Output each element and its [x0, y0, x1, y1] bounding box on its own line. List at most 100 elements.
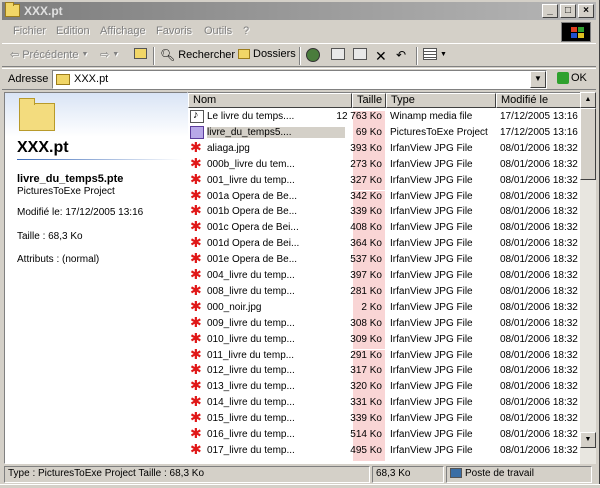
file-size: 514 Ko: [350, 429, 382, 440]
views-icon: [423, 48, 437, 60]
menu-file[interactable]: Fichier: [13, 25, 46, 37]
file-row[interactable]: 001a Opera de Be...342 KoIrfanView JPG F…: [188, 189, 580, 207]
column-header-modified[interactable]: Modifié le: [496, 93, 580, 108]
menu-view[interactable]: Affichage: [100, 25, 146, 37]
title-bar[interactable]: XXX.pt _ □ ×: [2, 2, 596, 20]
file-modified: 08/01/2006 18:32: [500, 365, 578, 377]
file-size: 273 Ko: [350, 158, 382, 170]
irfanview-icon: [190, 412, 204, 425]
file-row[interactable]: Le livre du temps....12 763 KoWinamp med…: [188, 109, 580, 127]
file-row[interactable]: 016_livre du temp...514 KoIrfanView JPG …: [188, 427, 580, 445]
delete-button[interactable]: ✕: [375, 48, 387, 65]
chevron-down-icon: ▼: [112, 51, 120, 58]
selected-file-attributes: Attributs : (normal): [17, 254, 100, 265]
irfanview-icon: [190, 205, 204, 218]
irfanview-icon: [190, 253, 204, 266]
move-to-button[interactable]: [331, 48, 345, 60]
file-size: 12 763 Ko: [336, 111, 382, 122]
address-dropdown-button[interactable]: ▼: [530, 71, 546, 88]
column-header-type[interactable]: Type: [386, 93, 496, 108]
folders-button[interactable]: Dossiers: [238, 48, 296, 60]
file-type: IrfanView JPG File: [390, 317, 473, 329]
file-type: IrfanView JPG File: [390, 142, 473, 154]
file-row[interactable]: 012_livre du temp...317 KoIrfanView JPG …: [188, 363, 580, 382]
irfanview-icon: [190, 444, 204, 457]
scroll-down-button[interactable]: ▼: [580, 432, 596, 448]
pte-icon: [190, 125, 204, 139]
address-bar: Adresse XXX.pt ▼ OK: [2, 68, 596, 90]
scroll-up-button[interactable]: ▲: [580, 92, 596, 108]
file-type: IrfanView JPG File: [390, 349, 473, 361]
menu-help[interactable]: ?: [243, 25, 249, 37]
file-type: IrfanView JPG File: [390, 381, 473, 393]
column-header-name[interactable]: Nom: [188, 93, 352, 108]
file-size: 393 Ko: [350, 142, 382, 154]
toolbar-separator: [153, 47, 155, 65]
status-size: 68,3 Ko: [372, 466, 444, 483]
column-header: Nom Taille Type Modifié le: [188, 93, 580, 108]
file-size: 408 Ko: [350, 222, 382, 234]
back-button[interactable]: ⇦ Précédente ▼: [10, 48, 88, 62]
status-zone: Poste de travail: [446, 466, 592, 483]
menu-edit[interactable]: Edition: [56, 25, 90, 37]
forward-button[interactable]: ⇨ ▼: [100, 48, 119, 61]
file-row[interactable]: 013_livre du temp...320 KoIrfanView JPG …: [188, 379, 580, 398]
menu-favorites[interactable]: Favoris: [156, 25, 192, 37]
file-row[interactable]: 015_livre du temp...339 KoIrfanView JPG …: [188, 411, 580, 429]
file-type: IrfanView JPG File: [390, 174, 473, 186]
file-row[interactable]: 000_noir.jpg2 KoIrfanView JPG File08/01/…: [188, 300, 580, 318]
status-bar: Type : PicturesToExe Project Taille : 68…: [2, 465, 596, 484]
search-button[interactable]: 🔍︎ Rechercher: [160, 48, 235, 62]
toolbar: ⇦ Précédente ▼ ⇨ ▼ 🔍︎ Rechercher Dossier…: [2, 43, 596, 67]
details-pane: XXX.pt livre_du_temps5.pte PicturesToExe…: [4, 92, 189, 464]
file-type: IrfanView JPG File: [390, 397, 473, 409]
minimize-button[interactable]: _: [542, 4, 558, 18]
file-row[interactable]: 009_livre du temp...308 KoIrfanView JPG …: [188, 316, 580, 334]
irfanview-icon: [190, 364, 204, 377]
file-row[interactable]: 001_livre du temp...327 KoIrfanView JPG …: [188, 173, 580, 191]
file-list[interactable]: Nom Taille Type Modifié le Le livre du t…: [188, 92, 580, 464]
file-row[interactable]: 001b Opera de Be...339 KoIrfanView JPG F…: [188, 204, 580, 223]
file-modified: 08/01/2006 18:32: [500, 397, 578, 409]
file-row[interactable]: livre_du_temps5.... 69 Ko PicturesToExe Pr…: [188, 125, 580, 143]
file-type: IrfanView JPG File: [390, 413, 473, 425]
copy-to-icon: [353, 48, 367, 60]
file-row[interactable]: 001d Opera de Bei...364 KoIrfanView JPG …: [188, 236, 580, 255]
file-row[interactable]: 001e Opera de Be...537 KoIrfanView JPG F…: [188, 252, 580, 270]
file-type: IrfanView JPG File: [390, 270, 473, 281]
file-row[interactable]: 010_livre du temp...309 KoIrfanView JPG …: [188, 332, 580, 350]
file-size: 339 Ko: [350, 206, 382, 218]
irfanview-icon: [190, 237, 204, 250]
file-row[interactable]: 004_livre du temp...397 KoIrfanView JPG …: [188, 268, 580, 286]
large-folder-icon: [19, 98, 55, 131]
file-row[interactable]: aliaga.jpg393 KoIrfanView JPG File08/01/…: [188, 141, 580, 159]
undo-button[interactable]: ↶: [396, 48, 406, 62]
file-modified: 08/01/2006 18:32: [500, 270, 578, 281]
file-row[interactable]: 008_livre du temp...281 KoIrfanView JPG …: [188, 284, 580, 302]
file-row[interactable]: 000b_livre du tem...273 KoIrfanView JPG …: [188, 157, 580, 175]
file-row[interactable]: 017_livre du temp...495 KoIrfanView JPG …: [188, 443, 580, 461]
copy-to-button[interactable]: [353, 48, 367, 60]
maximize-button[interactable]: □: [560, 4, 576, 18]
file-row[interactable]: 001c Opera de Bei...408 KoIrfanView JPG …: [188, 220, 580, 239]
go-button[interactable]: OK: [557, 72, 587, 84]
file-row[interactable]: 014_livre du temp...331 KoIrfanView JPG …: [188, 395, 580, 414]
views-button[interactable]: ▼: [423, 48, 447, 60]
scroll-thumb[interactable]: [580, 108, 596, 180]
irfanview-icon: [190, 349, 204, 362]
column-header-size[interactable]: Taille: [352, 93, 386, 108]
toolbar-separator: [299, 47, 301, 65]
title-divider: [17, 159, 182, 160]
file-type: IrfanView JPG File: [390, 444, 473, 456]
menu-tools[interactable]: Outils: [204, 25, 232, 37]
irfanview-icon: [190, 285, 204, 298]
history-button[interactable]: [306, 48, 320, 62]
file-size: 342 Ko: [350, 190, 382, 202]
irfanview-icon: [190, 380, 204, 393]
close-button[interactable]: ×: [578, 4, 594, 18]
address-input[interactable]: XXX.pt ▼: [52, 70, 547, 89]
file-row[interactable]: 011_livre du temp...291 KoIrfanView JPG …: [188, 348, 580, 366]
up-folder-button[interactable]: [134, 48, 147, 59]
vertical-scrollbar[interactable]: ▲ ▼: [580, 92, 596, 464]
up-folder-icon: [134, 48, 147, 59]
